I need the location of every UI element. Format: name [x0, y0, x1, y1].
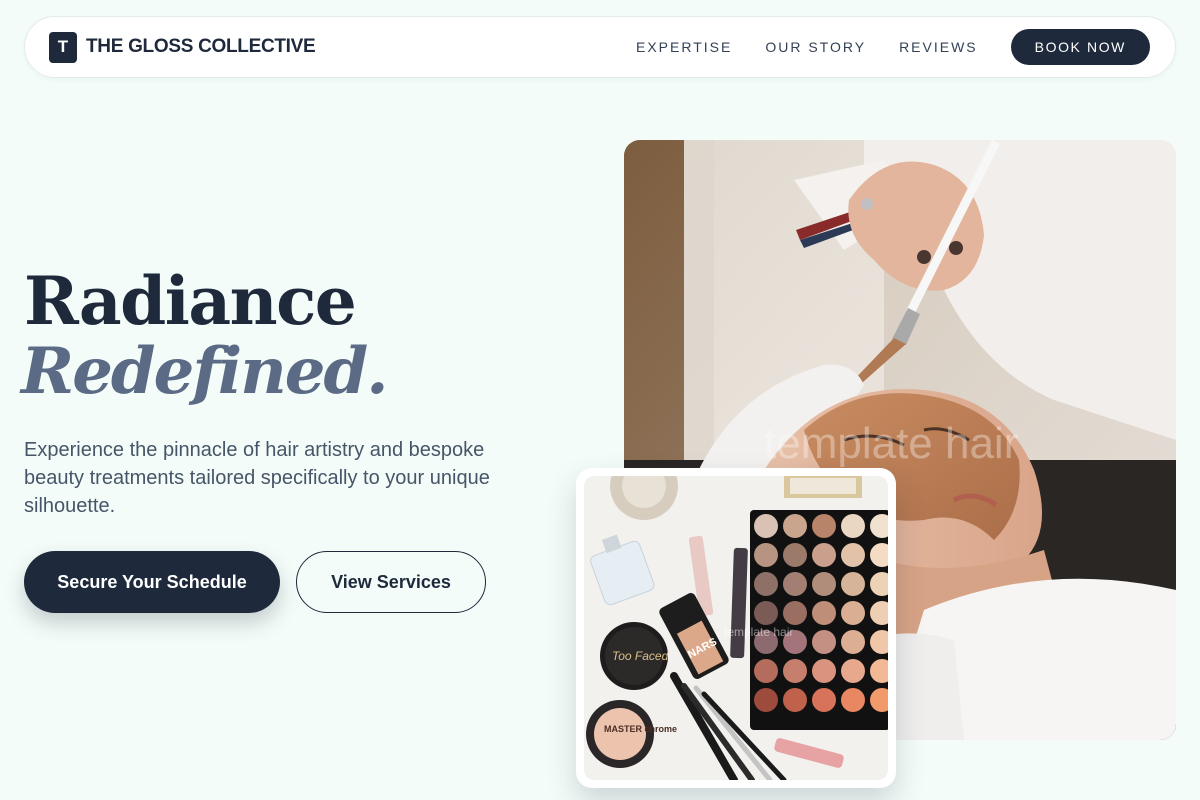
compact-lid-2-label: MASTER chrome: [604, 724, 677, 734]
eyeshadow-pan: [812, 572, 836, 596]
eyeshadow-pan: [841, 601, 865, 625]
flatlay-watermark: template hair: [724, 625, 793, 639]
nav-link-expertise[interactable]: EXPERTISE: [636, 39, 732, 55]
hero-title-line2: Redefined.: [21, 334, 388, 409]
eyeshadow-pan: [812, 659, 836, 683]
makeup-flatlay-photo: NARS Too Faced MASTER chrome template ha…: [584, 476, 888, 780]
eyeshadow-pan: [812, 514, 836, 538]
eyeshadow-pan: [754, 514, 778, 538]
eyeshadow-pan: [841, 514, 865, 538]
eyeshadow-pan: [783, 601, 807, 625]
eyeshadow-pan: [754, 543, 778, 567]
eyeshadow-pan: [783, 659, 807, 683]
compact-lid-1-label: Too Faced: [612, 649, 669, 663]
eyeshadow-pan: [754, 601, 778, 625]
brand-name: THE GLOSS COLLECTIVE: [86, 36, 316, 57]
eyeshadow-pan: [841, 572, 865, 596]
eyeshadow-pan: [812, 688, 836, 712]
eyeshadow-pan: [841, 630, 865, 654]
nav-link-our-story[interactable]: OUR STORY: [765, 39, 866, 55]
eyeshadow-pan: [754, 659, 778, 683]
hero-title-line1: Radiance: [24, 262, 357, 340]
logo-mark: T: [49, 31, 77, 63]
hero-description: Experience the pinnacle of hair artistry…: [24, 439, 490, 517]
main-photo-watermark: template hair: [764, 419, 1018, 468]
eyeshadow-pan: [812, 601, 836, 625]
top-navigation: T THE GLOSS COLLECTIVE EXPERTISE OUR STO…: [24, 16, 1176, 78]
hero-title: Radiance Redefined.: [21, 262, 388, 409]
eyeshadow-pan: [812, 630, 836, 654]
view-services-button[interactable]: View Services: [296, 551, 486, 613]
nav-links: EXPERTISE OUR STORY REVIEWS BOOK NOW: [636, 29, 1151, 65]
eyeshadow-pan: [783, 514, 807, 538]
eyeshadow-pan: [841, 688, 865, 712]
makeup-flatlay-card: NARS Too Faced MASTER chrome template ha…: [576, 468, 896, 788]
nav-link-reviews[interactable]: REVIEWS: [899, 39, 978, 55]
book-now-button[interactable]: BOOK NOW: [1010, 29, 1150, 65]
eyeshadow-pan: [783, 543, 807, 567]
eyeshadow-pan: [783, 572, 807, 596]
eyeshadow-pan: [841, 543, 865, 567]
eyeshadow-pan: [812, 543, 836, 567]
eyeshadow-pan: [754, 572, 778, 596]
eyeshadow-pan: [841, 659, 865, 683]
eyeshadow-pan: [783, 688, 807, 712]
secure-schedule-button[interactable]: Secure Your Schedule: [24, 551, 280, 613]
brand-logo[interactable]: T THE GLOSS COLLECTIVE: [49, 31, 316, 63]
eyeshadow-pan: [754, 688, 778, 712]
